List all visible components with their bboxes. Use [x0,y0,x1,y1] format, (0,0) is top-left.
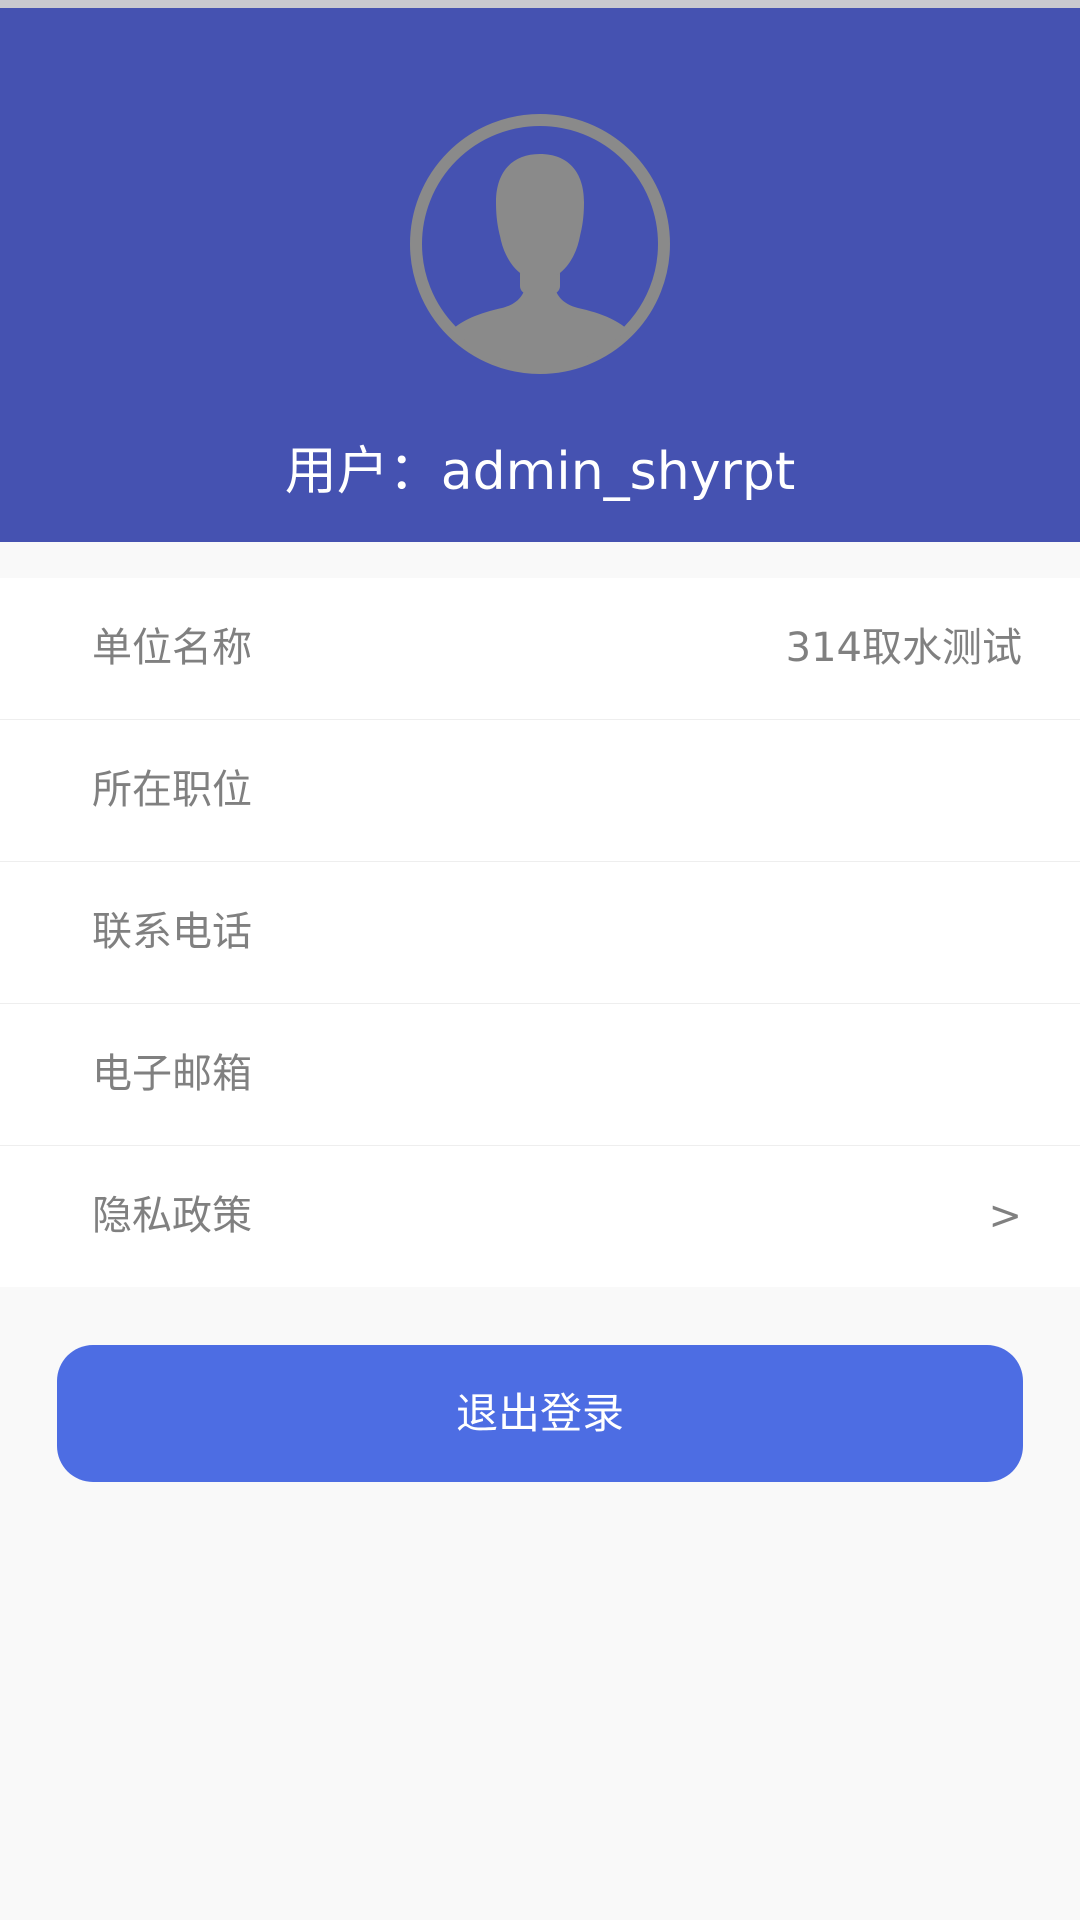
organization-value: 314取水测试 [785,625,1022,671]
privacy-policy-label: 隐私政策 [92,1193,252,1239]
email-label: 电子邮箱 [92,1051,252,1097]
user-avatar-icon [406,110,674,378]
info-row-position: 所在职位 [0,720,1080,862]
profile-header: 用户：admin_shyrpt [0,8,1080,542]
username-label: 用户：admin_shyrpt [284,442,796,502]
logout-button[interactable]: 退出登录 [57,1345,1023,1482]
organization-label: 单位名称 [92,625,252,671]
privacy-policy-row[interactable]: 隐私政策 > [0,1146,1080,1287]
info-row-email: 电子邮箱 [0,1004,1080,1146]
status-bar-divider [0,0,1080,8]
info-row-organization: 单位名称 314取水测试 [0,578,1080,720]
chevron-right-icon: > [988,1193,1022,1239]
position-label: 所在职位 [92,767,252,813]
info-row-phone: 联系电话 [0,862,1080,1004]
profile-info-list: 单位名称 314取水测试 所在职位 联系电话 电子邮箱 隐私政策 > [0,578,1080,1287]
phone-label: 联系电话 [92,909,252,955]
